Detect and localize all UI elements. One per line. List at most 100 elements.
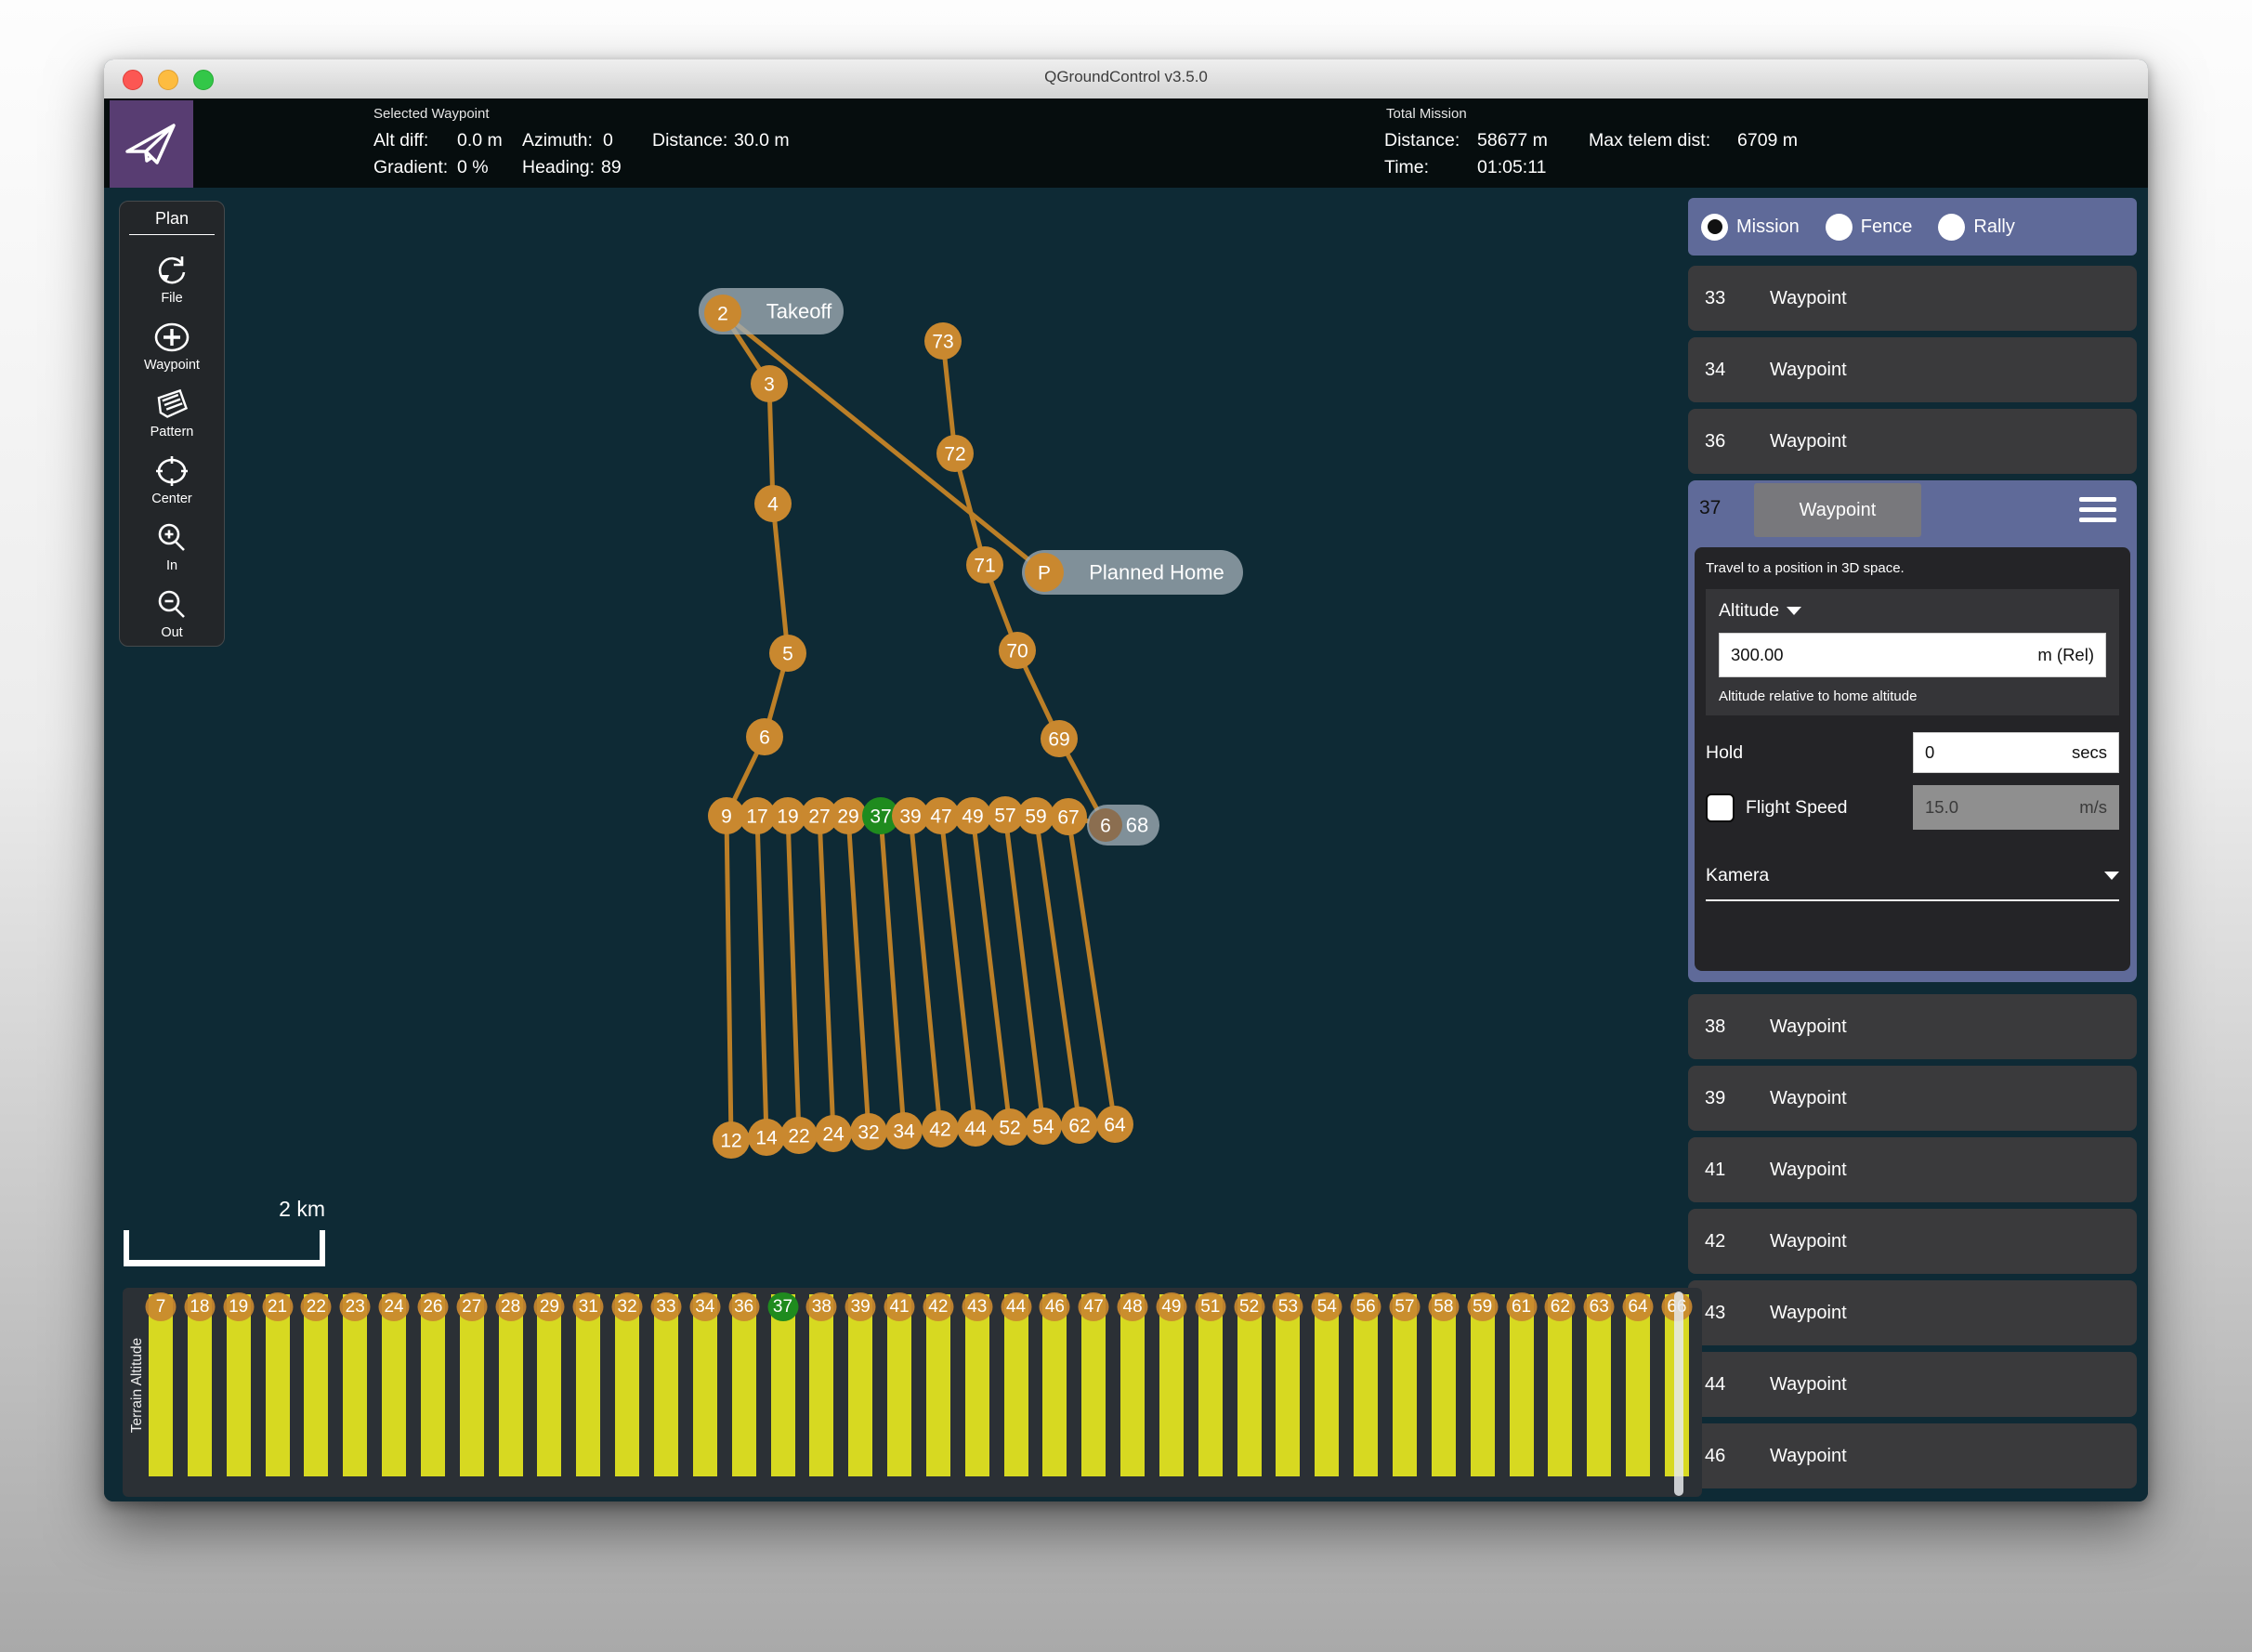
waypoint-number: 33 [1688,288,1770,309]
plan-toolbar: Plan FileWaypointPatternCenterInOut [119,201,225,647]
scrollbar[interactable] [1674,1291,1683,1496]
terrain-bar-label: 64 [1623,1292,1654,1321]
camera-section-dropdown[interactable]: Kamera [1706,865,2119,901]
map-waypoint-label: 34 [893,1121,915,1142]
flight-speed-value: 15.0 [1925,797,1958,818]
mission-list-item-33[interactable]: 33Waypoint [1688,266,2137,331]
map-waypoint-label: 42 [929,1119,950,1140]
waypoint-type-label: Waypoint [1770,1303,1847,1324]
sync-icon [153,252,190,289]
map-waypoint-label: 57 [994,805,1015,826]
waypoint-number: 36 [1688,431,1770,452]
terrain-bar-label: 61 [1506,1292,1537,1321]
terrain-bar-57: 57 [1393,1294,1417,1476]
tab-fence[interactable]: Fence [1826,214,1913,241]
map-waypoint-label: 9 [721,806,732,827]
map-waypoint-label: 6 [759,727,770,748]
heading-value: 89 [601,157,622,178]
tab-rally[interactable]: Rally [1938,214,2014,241]
map-waypoint-label: 44 [964,1118,987,1139]
terrain-bar-48: 48 [1120,1294,1145,1476]
hold-value: 0 [1925,742,1934,763]
plan-tool-label: In [166,558,177,573]
pattern-icon [153,386,190,423]
mission-list-item-34[interactable]: 34Waypoint [1688,337,2137,402]
terrain-bar-label: 32 [612,1292,643,1321]
mission-list-item-43[interactable]: 43Waypoint [1688,1280,2137,1345]
terrain-bar-label: 29 [534,1292,565,1321]
qgc-logo-button[interactable] [110,100,193,188]
map-waypoint-label: 67 [1057,806,1079,828]
map-waypoint-label: 59 [1025,806,1046,827]
distance-label: Distance: [652,130,727,151]
mission-list-item-38[interactable]: 38Waypoint [1688,994,2137,1059]
terrain-bar-label: 56 [1351,1292,1381,1321]
terrain-bar-23: 23 [343,1294,367,1476]
terrain-bar-49: 49 [1159,1294,1184,1476]
terrain-bar-label: 47 [1079,1292,1109,1321]
terrain-bar-label: 63 [1584,1292,1615,1321]
plan-tool-in[interactable]: In [144,519,200,573]
max-telem-label: Max telem dist: [1589,130,1710,151]
mission-list-item-39[interactable]: 39Waypoint [1688,1066,2137,1131]
plan-tool-waypoint[interactable]: Waypoint [144,319,200,373]
fence-radio-label: Fence [1861,216,1913,238]
heading-label: Heading: [522,157,595,178]
tab-mission[interactable]: Mission [1701,214,1800,241]
waypoint-editor-header[interactable]: 37 Waypoint [1688,480,2137,540]
plan-tool-pattern[interactable]: Pattern [144,386,200,439]
window-title: QGroundControl v3.5.0 [104,68,2148,86]
terrain-bar-label: 54 [1312,1292,1342,1321]
mission-radio-label: Mission [1736,216,1800,238]
waypoint-type-label: Waypoint [1770,1374,1847,1396]
terrain-bar-61: 61 [1510,1294,1534,1476]
terrain-bar-56: 56 [1354,1294,1378,1476]
mission-time-label: Time: [1384,157,1429,178]
app-window: QGroundControl v3.5.0 Selected Waypoint … [104,59,2148,1501]
plan-tool-file[interactable]: File [144,252,200,306]
flight-speed-checkbox[interactable] [1706,793,1735,822]
mission-list-item-42[interactable]: 42Waypoint [1688,1209,2137,1274]
terrain-bar-label: 58 [1428,1292,1459,1321]
terrain-bar-54: 54 [1315,1294,1339,1476]
azimuth-label: Azimuth: [522,130,593,151]
zoom-in-icon [153,519,190,557]
plan-tool-label: Center [151,492,192,506]
chevron-down-icon [1787,607,1801,615]
hold-input[interactable]: 0 secs [1913,732,2119,773]
terrain-bar-38: 38 [809,1294,833,1476]
gradient-value: 0 % [457,157,489,178]
map-canvas[interactable]: 2345673727170699171927293739474957596712… [104,188,2148,1501]
toolbar: Selected Waypoint Alt diff: 0.0 m Gradie… [104,98,2148,188]
altitude-caption: Altitude relative to home altitude [1719,688,2106,704]
plan-tool-center[interactable]: Center [144,452,200,506]
map-waypoint-label: 69 [1048,728,1069,750]
fence-radio[interactable] [1826,214,1853,241]
mission-radio[interactable] [1701,214,1728,241]
waypoint-type-button[interactable]: Waypoint [1754,483,1921,537]
terrain-bar-label: 37 [767,1292,798,1321]
altitude-frame-dropdown[interactable]: Altitude [1719,600,2106,622]
waypoint-number: 34 [1688,360,1770,381]
rally-radio[interactable] [1938,214,1965,241]
map-waypoint-label: 47 [930,806,951,827]
flight-speed-unit: m/s [2079,797,2107,818]
terrain-bar-label: 43 [962,1292,992,1321]
plan-tool-out[interactable]: Out [144,586,200,640]
distance-value: 30.0 m [734,130,790,151]
waypoint-number: 39 [1688,1088,1770,1109]
camera-section-label: Kamera [1706,865,1769,886]
mission-list-item-36[interactable]: 36Waypoint [1688,409,2137,474]
flight-speed-input[interactable]: 15.0 m/s [1913,785,2119,830]
terrain-bar-label: 52 [1234,1292,1264,1321]
terrain-bar-label: 33 [650,1292,681,1321]
map-waypoint-label: 52 [999,1117,1020,1138]
altitude-input[interactable]: 300.00 m (Rel) [1719,633,2106,677]
terrain-bar-label: 26 [417,1292,448,1321]
mission-list-item-41[interactable]: 41Waypoint [1688,1137,2137,1202]
mission-list-item-44[interactable]: 44Waypoint [1688,1352,2137,1417]
hamburger-menu-icon[interactable] [2079,497,2116,522]
alt-diff-label: Alt diff: [373,130,428,151]
mission-list-item-46[interactable]: 46Waypoint [1688,1423,2137,1488]
terrain-bar-label: 46 [1040,1292,1070,1321]
